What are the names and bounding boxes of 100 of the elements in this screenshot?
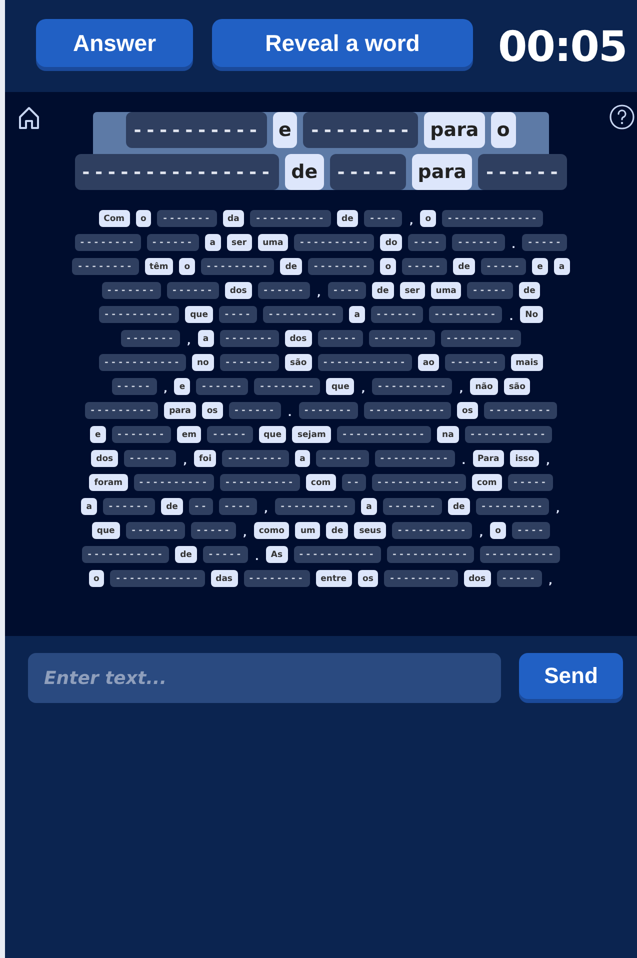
word-tile: o: [490, 522, 506, 539]
word-tile: de: [285, 154, 324, 190]
word-tile: foi: [194, 450, 216, 467]
word-tile: No: [520, 306, 544, 323]
hidden-word: --------: [308, 258, 374, 275]
hidden-word: --------: [74, 234, 141, 251]
hidden-word: -----: [190, 522, 236, 539]
word-tile: da: [222, 210, 244, 227]
word-tile: dos: [91, 450, 118, 467]
word-tile: dos: [284, 330, 312, 347]
word-tile: o: [380, 258, 396, 275]
hidden-word: -----: [481, 258, 526, 275]
reveal-word-button[interactable]: Reveal a word: [212, 19, 473, 67]
hidden-word: ------: [371, 306, 424, 323]
word-tile: e: [174, 378, 190, 395]
word-tile: em: [176, 426, 202, 443]
punctuation: ,: [162, 383, 168, 395]
word-tile: os: [457, 402, 478, 419]
hidden-word: -----: [202, 546, 248, 563]
word-tile: dos: [224, 282, 252, 299]
word-tile: o: [136, 210, 152, 227]
word-tile: uma: [258, 234, 288, 251]
text-input[interactable]: Enter text...: [28, 653, 501, 703]
hidden-word: -----: [318, 330, 363, 347]
word-tile: no: [192, 354, 214, 371]
word-tile: Com: [98, 210, 130, 227]
word-tile: os: [358, 570, 378, 587]
word-tile: com: [306, 474, 336, 491]
punctuation: ,: [548, 575, 554, 587]
word-tile: e: [272, 112, 298, 148]
hidden-word: -------: [220, 330, 279, 347]
hidden-word: -----: [112, 378, 157, 395]
hidden-word: ---------: [484, 402, 558, 419]
hidden-word: ------: [478, 154, 568, 190]
hidden-word: ------: [196, 378, 248, 395]
hidden-word: ----: [512, 522, 550, 539]
hidden-word: ----------: [263, 306, 344, 323]
hidden-word: ----------: [134, 474, 214, 491]
punctuation: ,: [458, 383, 464, 395]
hidden-word: ----------: [274, 498, 356, 515]
hidden-word: ----: [328, 282, 366, 299]
word-tile: de: [518, 282, 540, 299]
word-tile: a: [554, 258, 570, 275]
punctuation: .: [508, 311, 514, 323]
word-tile: Para: [472, 450, 504, 467]
punctuation: .: [510, 239, 516, 251]
punctuation: ,: [360, 383, 366, 395]
word-tile: ao: [418, 354, 440, 371]
hidden-word: -----------: [98, 354, 186, 371]
word-tile: a: [204, 234, 221, 251]
send-button[interactable]: Send: [519, 653, 623, 699]
hidden-word: --------: [254, 378, 320, 395]
home-icon[interactable]: [18, 106, 40, 130]
hidden-word: ------: [316, 450, 369, 467]
punctuation: ,: [554, 503, 561, 515]
hidden-word: ---------: [429, 306, 502, 323]
hidden-word: -------: [298, 402, 358, 419]
word-tile: de: [448, 498, 470, 515]
hidden-word: -----: [522, 234, 568, 251]
hidden-word: -----: [496, 570, 542, 587]
hidden-word: ------: [102, 498, 156, 515]
hidden-word: -----: [207, 426, 253, 443]
hidden-word: ------------: [372, 474, 466, 491]
hidden-word: -------: [126, 522, 185, 539]
hidden-word: -----------: [82, 546, 170, 563]
word-tile: que: [258, 426, 286, 443]
word-tile: um: [295, 522, 320, 539]
word-tile: têm: [144, 258, 174, 275]
word-tile: de: [326, 522, 348, 539]
punctuation: ,: [242, 527, 248, 539]
punctuation: ,: [408, 215, 414, 227]
word-tile: o: [179, 258, 196, 275]
hidden-word: ----------: [126, 112, 267, 148]
hidden-word: ------------: [336, 426, 432, 443]
hidden-word: -----------: [294, 546, 381, 563]
word-tile: não: [470, 378, 498, 395]
hidden-word: ---------: [476, 498, 549, 515]
answer-button[interactable]: Answer: [36, 19, 193, 67]
word-tile: a: [294, 450, 310, 467]
word-tile: de: [161, 498, 183, 515]
hidden-word: ------------: [318, 354, 412, 371]
hidden-word: -------------: [442, 210, 544, 227]
punctuation: ,: [182, 455, 188, 467]
word-tile: foram: [89, 474, 128, 491]
punctuation: .: [460, 455, 467, 467]
hidden-word: --------: [72, 258, 139, 275]
word-tile: a: [81, 498, 97, 515]
hidden-word: -------: [382, 498, 442, 515]
hidden-word: ----: [408, 234, 446, 251]
hidden-word: --------: [303, 112, 418, 148]
word-tile: para: [424, 112, 485, 148]
help-icon[interactable]: [609, 104, 635, 130]
hidden-word: ----------: [374, 450, 455, 467]
punctuation: ,: [263, 503, 269, 515]
hidden-word: ----------: [294, 234, 374, 251]
punctuation: ,: [316, 287, 322, 299]
word-tile: de: [453, 258, 476, 275]
hidden-word: -----: [330, 154, 406, 190]
hidden-word: ------: [228, 402, 281, 419]
word-tile: como: [254, 522, 290, 539]
